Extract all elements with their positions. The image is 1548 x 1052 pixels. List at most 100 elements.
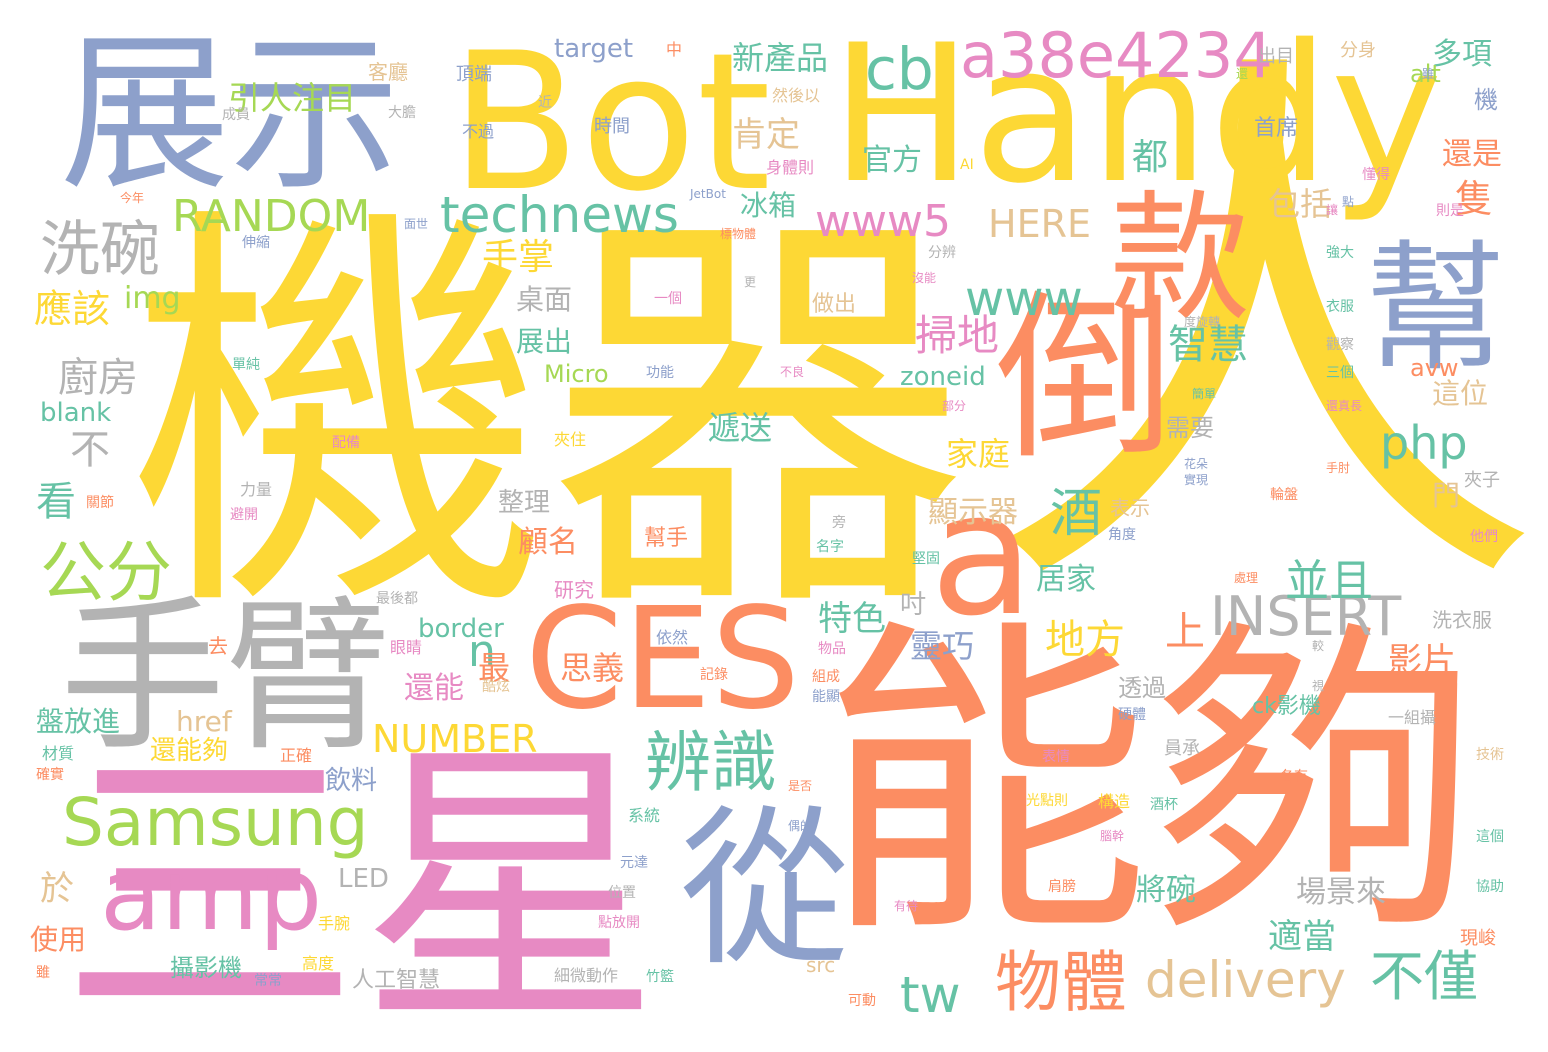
- word: 物品: [818, 641, 846, 657]
- word: 出目: [1258, 46, 1294, 67]
- word: 都: [1132, 137, 1169, 178]
- word: 腦幹: [1100, 829, 1125, 843]
- word: RANDOM: [172, 191, 371, 242]
- word: 組成: [812, 669, 840, 685]
- word: 最後都: [376, 591, 418, 607]
- word: 名字: [816, 539, 844, 555]
- word: 是否: [788, 779, 813, 793]
- word: 分身: [1340, 40, 1376, 61]
- word: 整理: [498, 488, 551, 518]
- word: 展出: [516, 325, 573, 358]
- word: 多項: [1432, 37, 1492, 72]
- word: technews: [440, 186, 679, 244]
- word: 這個: [1476, 829, 1504, 845]
- word: 於: [40, 869, 74, 909]
- word: 則是: [1436, 203, 1464, 219]
- word: avw: [1410, 354, 1459, 382]
- word: 觀察: [1326, 337, 1354, 353]
- word: 身體則: [766, 158, 815, 177]
- word: 單純: [232, 357, 260, 373]
- word: 手腕: [318, 914, 351, 933]
- word: 一組攝: [1388, 708, 1437, 727]
- word: www5: [815, 196, 951, 247]
- word: 特色: [818, 599, 886, 639]
- word: 官方: [862, 143, 922, 178]
- word: 簡單: [1192, 387, 1217, 401]
- word: 光點則: [1026, 793, 1068, 809]
- word: 細微動作: [554, 966, 619, 985]
- word: 人工智慧: [352, 968, 441, 993]
- word: 部分: [942, 399, 967, 413]
- word: 時間: [594, 116, 630, 137]
- word: 攝影機: [170, 954, 242, 982]
- word: 材質: [42, 744, 75, 763]
- word: 標物體: [720, 227, 757, 241]
- word: delivery: [1145, 951, 1346, 1009]
- word: 遞送: [708, 409, 773, 447]
- word: 點放開: [598, 915, 640, 931]
- word: 還能: [404, 671, 464, 706]
- word: 首席: [1254, 116, 1299, 141]
- word: 還是: [1442, 137, 1502, 172]
- word: 可動: [848, 993, 876, 1009]
- word: 配備: [332, 435, 360, 451]
- word: 功能: [646, 365, 674, 381]
- word: 還: [1236, 67, 1249, 81]
- word: 盤放進: [36, 705, 121, 738]
- word: 大膽: [388, 105, 416, 121]
- word: 顯示器: [928, 495, 1018, 530]
- word: 成員: [222, 107, 250, 123]
- word: 洗碗: [40, 215, 160, 285]
- word: 構造: [1098, 792, 1131, 811]
- word: 吋: [900, 590, 927, 620]
- word: 中: [666, 40, 683, 59]
- word: border: [418, 614, 504, 644]
- word: 應該: [34, 287, 111, 331]
- word: 分辨: [928, 245, 956, 261]
- word: 系統: [628, 806, 661, 825]
- word: 正確: [280, 746, 313, 765]
- word: 處理: [1234, 571, 1259, 585]
- word: 肩膀: [1048, 879, 1076, 895]
- word: 包括: [1268, 185, 1333, 223]
- word: 伸縮: [242, 235, 270, 251]
- word: 款: [1110, 178, 1251, 341]
- word: 元達: [620, 855, 648, 871]
- word: tw: [900, 966, 961, 1024]
- word: 飲料: [325, 766, 378, 796]
- word: 不僅: [1370, 945, 1478, 1008]
- word: JetBot: [690, 187, 726, 201]
- word: 強大: [1326, 245, 1354, 261]
- word: 高度: [302, 954, 335, 973]
- word: 雖: [36, 965, 50, 981]
- word: 協助: [1476, 879, 1504, 895]
- word: 影片: [1388, 641, 1456, 681]
- word: 常常: [254, 973, 282, 989]
- word: 依然: [656, 628, 689, 647]
- word: 不: [70, 427, 110, 473]
- word: 門: [1432, 479, 1461, 512]
- word: 表示: [1110, 496, 1150, 520]
- word: 辨識: [645, 724, 777, 801]
- word: 手肘: [1326, 461, 1351, 475]
- word: Micro: [544, 360, 609, 388]
- word: Samsung: [62, 784, 369, 861]
- word: 能顯: [812, 689, 840, 705]
- word: LED: [338, 864, 389, 894]
- word-cloud: 機器 人 能夠 三星 Handy Bot 展示 手臂 倒 款 幫 a CES 從…: [0, 0, 1548, 1052]
- word: 位置: [608, 885, 636, 901]
- word: 夾子: [1464, 470, 1500, 491]
- word: 適當: [1268, 917, 1336, 957]
- word: 客廳: [368, 60, 408, 84]
- word: 竹籃: [646, 969, 674, 985]
- word: 角度: [1108, 527, 1136, 543]
- word: 酒杯: [1150, 797, 1178, 813]
- word: 頂端: [456, 64, 492, 85]
- word: 他們: [1470, 529, 1498, 545]
- word: 雖: [1422, 67, 1435, 81]
- word: 衣服: [1326, 299, 1354, 315]
- word: 懂得: [1362, 167, 1390, 183]
- word: 硬體: [1118, 707, 1146, 723]
- word: 現峻: [1460, 928, 1496, 949]
- word: 偶的: [788, 819, 813, 833]
